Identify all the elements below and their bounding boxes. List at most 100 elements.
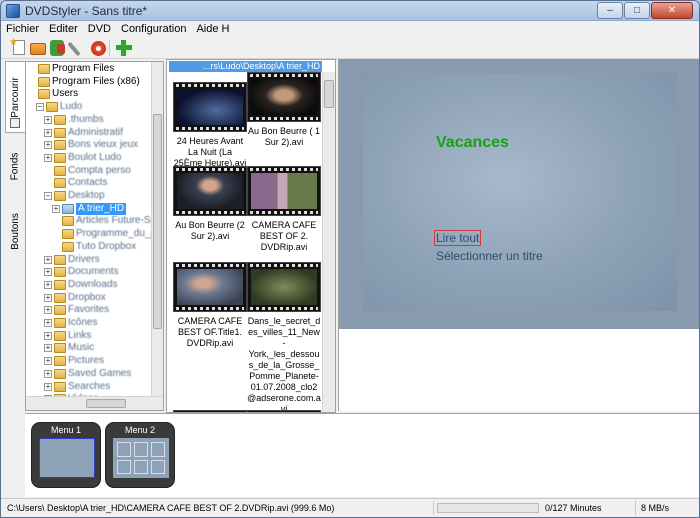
folder-icon bbox=[54, 343, 66, 354]
folder-icon bbox=[54, 254, 66, 265]
tab-boutons-label: Boutons bbox=[9, 212, 21, 250]
collapse-icon[interactable]: − bbox=[36, 103, 44, 112]
tree-scrollbar[interactable] bbox=[151, 62, 163, 396]
video-file-item[interactable]: 24 Heures Avant La Nuit (La 25Ème Heure)… bbox=[173, 82, 247, 169]
folder-icon bbox=[54, 330, 66, 341]
tab-fonds[interactable]: Fonds bbox=[5, 141, 25, 191]
duration-minutes: 0/127 Minutes bbox=[545, 503, 602, 513]
tree-item-label: Pictures bbox=[68, 355, 105, 367]
menu-title-text[interactable]: Vacances bbox=[436, 134, 509, 152]
expand-icon[interactable]: + bbox=[44, 255, 52, 264]
menu-thumbnail-1[interactable]: Menu 1 bbox=[31, 422, 101, 488]
dvd-menu-canvas[interactable]: Vacances Lire tout Sélectionner un titre bbox=[363, 73, 677, 311]
folder-icon bbox=[54, 191, 66, 201]
menu-editer[interactable]: Editer bbox=[44, 21, 83, 37]
menu-thumbnail-label: Menu 2 bbox=[124, 425, 156, 435]
video-file-name: 24 Heures Avant La Nuit (La 25Ème Heure)… bbox=[173, 136, 247, 168]
toolbar-separator bbox=[109, 40, 110, 56]
new-project-icon[interactable]: ★ bbox=[9, 37, 28, 57]
close-button[interactable]: ✕ bbox=[651, 2, 693, 19]
tab-boutons[interactable]: Boutons bbox=[5, 201, 25, 261]
expand-icon[interactable]: + bbox=[44, 344, 52, 353]
video-file-item[interactable]: Au Bon Beurre ( 1 Sur 2).avi bbox=[247, 72, 321, 148]
scrollbar-thumb[interactable] bbox=[153, 114, 162, 329]
tree-item-label: Ludo bbox=[60, 101, 83, 113]
menu-dvd[interactable]: DVD bbox=[83, 21, 116, 37]
folder-icon bbox=[54, 267, 66, 278]
menu-thumbnail-preview bbox=[113, 438, 169, 478]
menu-thumbnail-2[interactable]: Menu 2 bbox=[105, 422, 175, 488]
expand-icon[interactable]: + bbox=[44, 382, 52, 391]
window-title: DVDStyler - Sans titre* bbox=[25, 4, 148, 18]
video-thumbnail bbox=[173, 262, 247, 312]
tree-item-label: Tuto Dropbox bbox=[76, 240, 137, 252]
tree-item-label: Music bbox=[68, 342, 95, 354]
folder-icon bbox=[54, 127, 66, 138]
expand-icon[interactable]: + bbox=[44, 153, 52, 162]
expand-icon[interactable]: + bbox=[44, 128, 52, 137]
maximize-button[interactable]: □ bbox=[624, 2, 650, 19]
select-title-button[interactable]: Sélectionner un titre bbox=[436, 249, 543, 263]
scrollbar-thumb[interactable] bbox=[324, 80, 334, 108]
video-file-item[interactable]: Dans_le_secret_des_villes_11_New-York,_l… bbox=[247, 262, 321, 413]
menu-configuration[interactable]: Configuration bbox=[116, 21, 191, 37]
folder-icon bbox=[38, 64, 50, 74]
dvdstyler-logo-icon bbox=[6, 4, 20, 18]
video-file-item[interactable]: CAMERA CAFE BEST OF 2. DVDRip.avi bbox=[247, 166, 321, 253]
menu-aide[interactable]: Aide H bbox=[191, 21, 234, 37]
play-all-button[interactable]: Lire tout bbox=[434, 230, 482, 246]
save-icon[interactable] bbox=[48, 39, 66, 57]
folder-icon bbox=[54, 140, 66, 151]
expand-icon[interactable]: + bbox=[44, 293, 52, 302]
folder-icon bbox=[38, 89, 50, 100]
folder-icon bbox=[38, 76, 50, 87]
menu-thumbnail-label: Menu 1 bbox=[50, 425, 82, 435]
video-file-name: CAMERA CAFE BEST OF.Title1. DVDRip.avi bbox=[177, 316, 243, 348]
expand-icon[interactable]: + bbox=[44, 280, 52, 289]
file-browser[interactable]: ...rs\Ludo\Desktop\A trier_HD 24 Heures … bbox=[166, 59, 336, 413]
expand-icon[interactable]: + bbox=[44, 357, 52, 366]
expand-icon[interactable]: + bbox=[44, 319, 52, 327]
video-file-name: Au Bon Beurre (2 Sur 2).avi bbox=[175, 220, 245, 241]
duration-progress-bar bbox=[437, 503, 539, 513]
tree-horizontal-scrollbar[interactable] bbox=[26, 396, 163, 410]
folder-icon bbox=[54, 318, 66, 328]
directory-tree[interactable]: Program Files Program Files (x86) Users − Lu… bbox=[25, 61, 164, 411]
tree-item-label: Program Files (x86) bbox=[52, 75, 140, 87]
expand-icon[interactable]: + bbox=[44, 115, 52, 124]
folder-icon bbox=[54, 152, 66, 163]
settings-wrench-icon[interactable] bbox=[67, 39, 86, 57]
open-folder-icon[interactable] bbox=[29, 39, 47, 57]
folder-icon bbox=[54, 381, 66, 392]
file-browser-scrollbar[interactable] bbox=[322, 72, 335, 412]
expand-icon[interactable]: + bbox=[44, 369, 52, 378]
browse-icon bbox=[10, 118, 20, 128]
video-file-item[interactable]: Au Bon Beurre (2 Sur 2).avi bbox=[173, 166, 247, 242]
tree-item-label: Documents bbox=[68, 266, 119, 278]
video-file-item[interactable]: CAMERA CAFE BEST OF.Title1. DVDRip.avi bbox=[173, 262, 247, 349]
expand-icon[interactable]: + bbox=[44, 141, 52, 150]
minimize-button[interactable]: – bbox=[597, 2, 623, 19]
tree-item-label: Administratif bbox=[68, 126, 124, 138]
tab-parcourir-label: Parcourir bbox=[10, 76, 22, 118]
collapse-icon[interactable]: − bbox=[44, 192, 52, 200]
video-file-name: CAMERA CAFE BEST OF 2. DVDRip.avi bbox=[251, 220, 317, 252]
folder-icon bbox=[54, 292, 66, 303]
menu-fichier[interactable]: Fichier bbox=[1, 21, 44, 37]
expand-icon[interactable]: + bbox=[44, 306, 52, 315]
video-file-name: Dans_le_secret_des_villes_11_New-York,_l… bbox=[247, 316, 321, 413]
burn-dvd-icon[interactable] bbox=[89, 39, 107, 57]
scrollbar-thumb[interactable] bbox=[86, 399, 126, 408]
video-thumbnail bbox=[247, 166, 321, 216]
tab-parcourir[interactable]: Parcourir bbox=[5, 61, 25, 133]
folder-icon bbox=[54, 305, 66, 316]
tree-item-label: Program Files bbox=[52, 63, 115, 74]
expand-icon[interactable]: + bbox=[52, 204, 60, 213]
expand-icon[interactable]: + bbox=[44, 268, 52, 277]
add-title-icon[interactable] bbox=[115, 39, 133, 57]
tree-item-label: Users bbox=[52, 88, 79, 100]
folder-icon bbox=[54, 279, 66, 290]
expand-icon[interactable]: + bbox=[44, 331, 52, 340]
menu-preview-pane[interactable]: Vacances Lire tout Sélectionner un titre bbox=[338, 59, 699, 411]
menus-strip: Menu 1 Menu 2 bbox=[25, 413, 699, 497]
